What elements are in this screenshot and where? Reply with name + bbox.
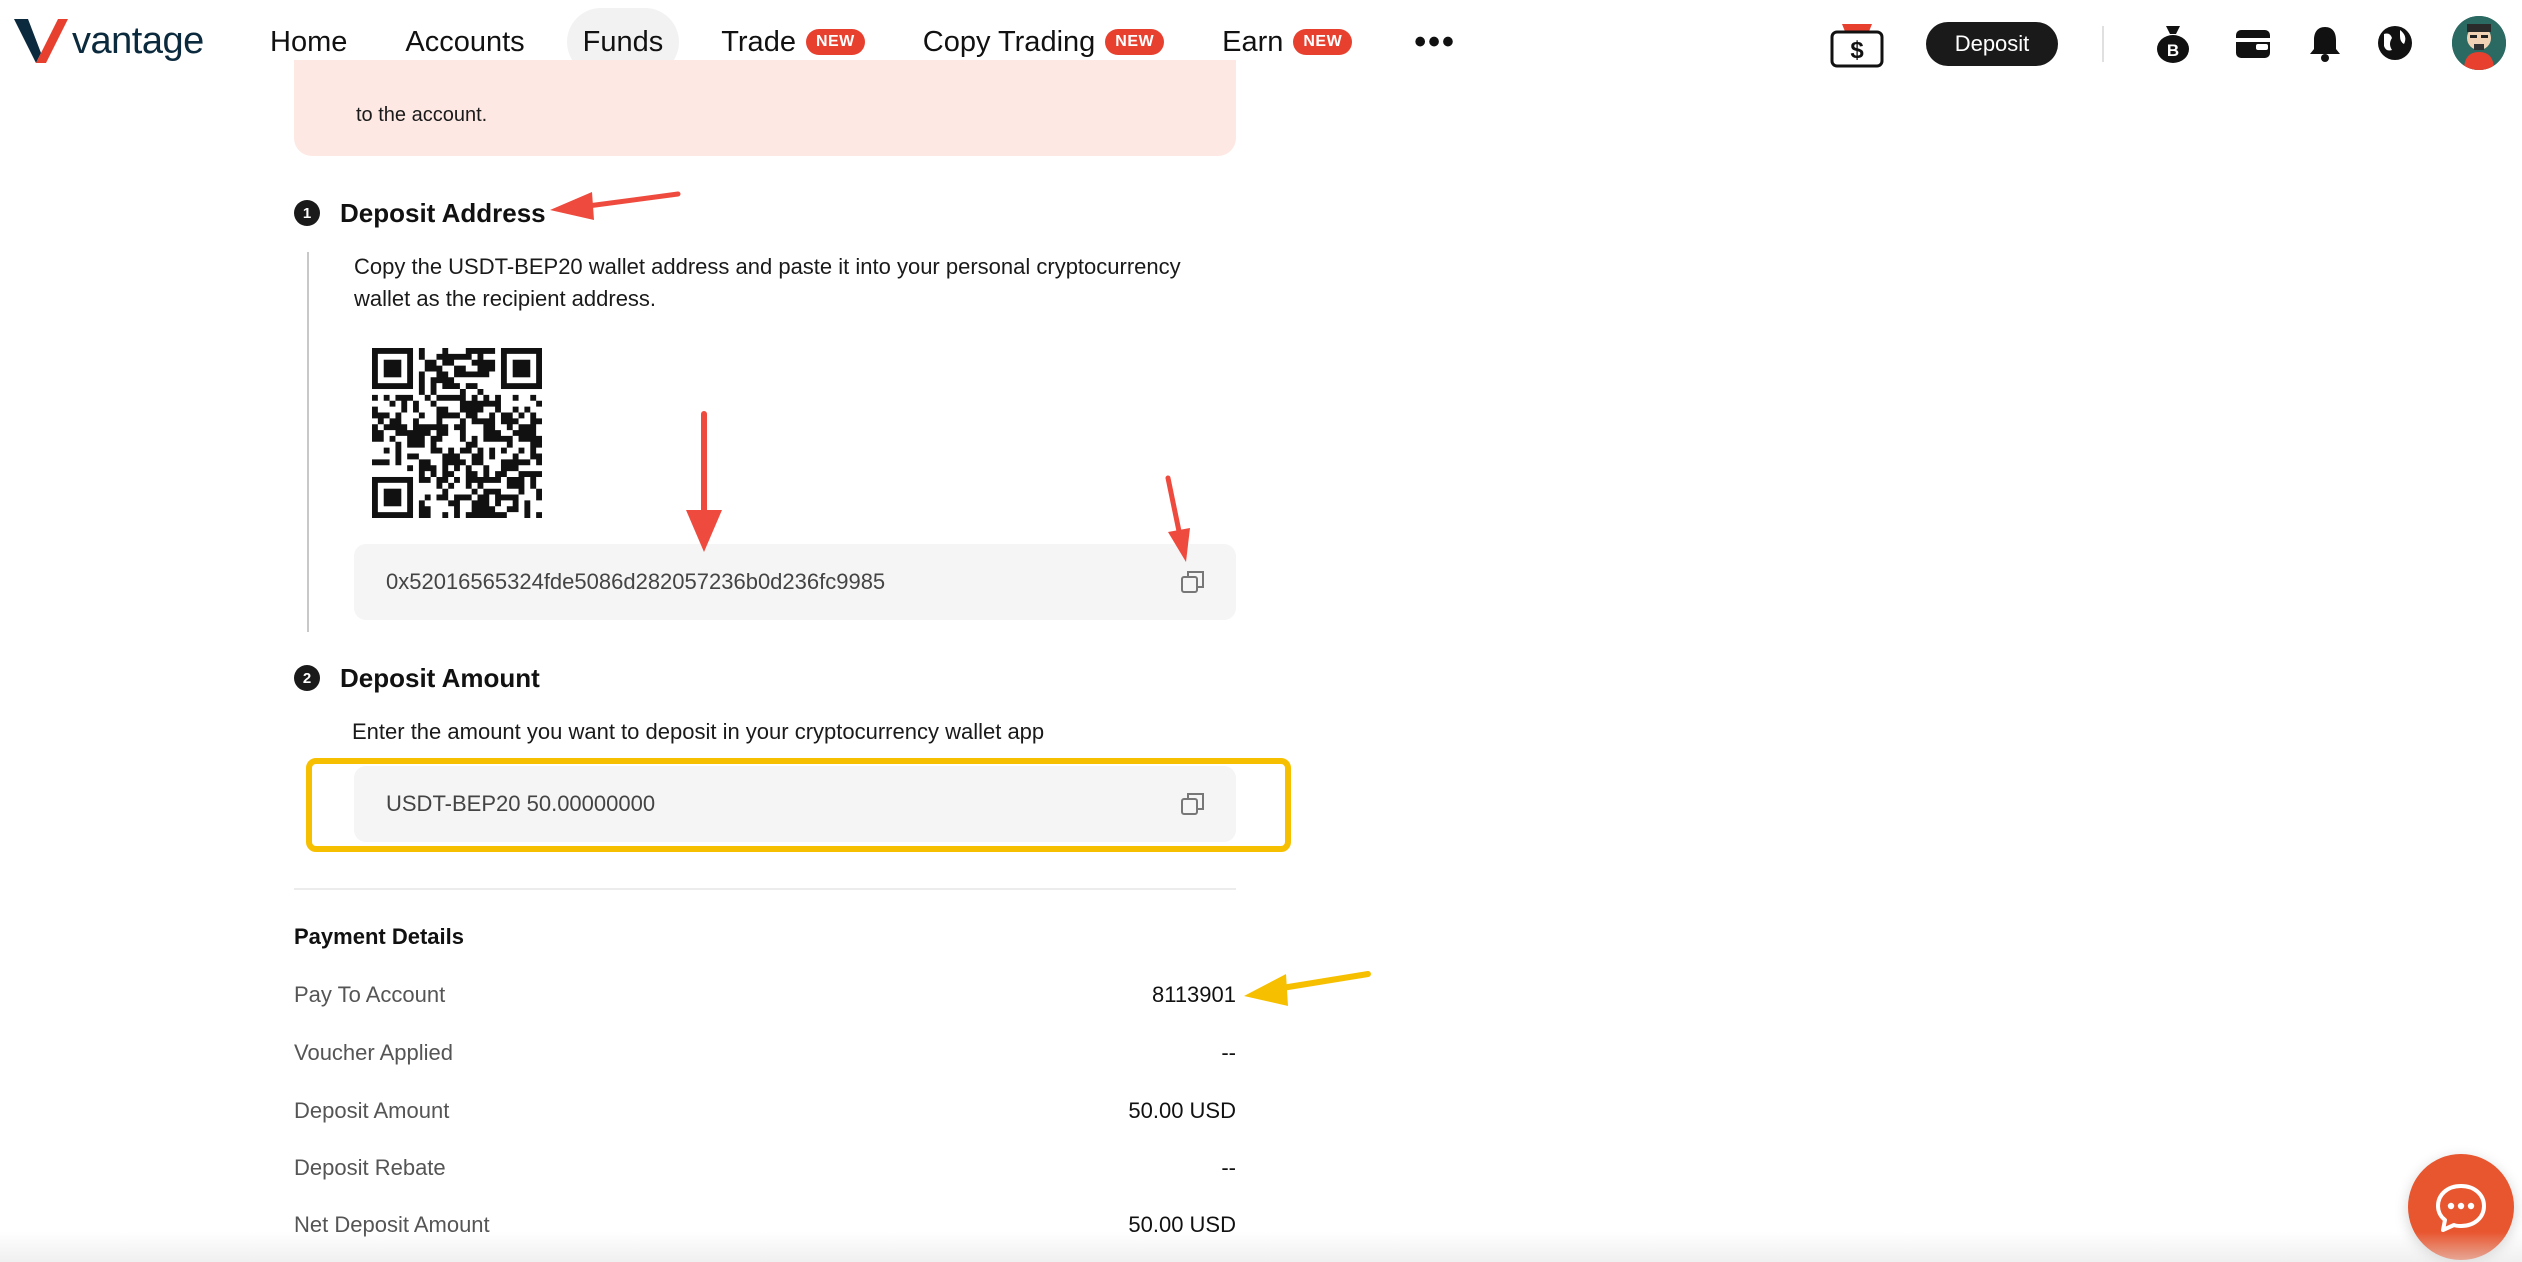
notice-box: to the account.: [294, 60, 1236, 156]
deposit-button[interactable]: Deposit: [1926, 22, 2058, 66]
bell-icon[interactable]: [2304, 22, 2346, 64]
deposit-rebate-value: --: [1221, 1155, 1236, 1180]
pay-to-account-label: Pay To Account: [294, 982, 446, 1007]
nav-trade-label: Trade: [721, 25, 796, 58]
red-arrow-to-deposit-address: [550, 191, 681, 220]
nav-funds-label: Funds: [582, 25, 664, 58]
nav-accounts-label: Accounts: [405, 25, 525, 58]
yellow-arrow-to-account-number: [1244, 971, 1371, 1006]
pay-to-account-value: 8113901: [1151, 982, 1236, 1007]
more-menu-button[interactable]: •••: [1394, 8, 1472, 76]
svg-text:B: B: [2167, 41, 2179, 60]
nav-earn-label: Earn: [1222, 25, 1284, 58]
nav-home-label: Home: [270, 25, 348, 58]
amount-highlight-annotation: [306, 758, 1291, 852]
step-2-badge: 2: [294, 665, 320, 691]
svg-text:$: $: [1850, 37, 1864, 64]
qr-finder-pattern: [500, 348, 542, 390]
copy-address-icon[interactable]: [1180, 569, 1206, 595]
deposit-rebate-label: Deposit Rebate: [294, 1155, 446, 1180]
notice-text: to the account.: [356, 104, 488, 126]
step-connector-line: [307, 252, 309, 632]
deposit-address-qr-code: [372, 348, 542, 518]
deposit-address-field[interactable]: 0x52016565324fde5086d282057236b0d236fc99…: [354, 544, 1236, 620]
new-badge: NEW: [1105, 29, 1165, 55]
red-arrow-to-address-field: [686, 411, 722, 552]
more-dots-icon: •••: [1414, 22, 1456, 61]
vantage-logo[interactable]: vantage: [14, 17, 204, 65]
vantage-logo-mark: [14, 19, 68, 63]
red-arrow-to-copy-icon: [1165, 475, 1190, 562]
nav-copy-trading-label: Copy Trading: [922, 25, 1096, 58]
section-divider: [294, 888, 1236, 890]
step-1-badge: 1: [294, 200, 320, 226]
deposit-rebate-row: Deposit Rebate --: [294, 1155, 1236, 1187]
deposit-amount-desc: Enter the amount you want to deposit in …: [352, 719, 1045, 744]
deposit-amount-label: Deposit Amount: [294, 1098, 450, 1123]
new-badge: NEW: [805, 29, 865, 55]
avatar[interactable]: [2452, 16, 2506, 70]
deposit-amount-row: Deposit Amount 50.00 USD: [294, 1098, 1236, 1130]
wallet-icon[interactable]: [2232, 22, 2274, 64]
deposit-address-desc-line1: Copy the USDT-BEP20 wallet address and p…: [354, 254, 1181, 279]
deposit-address-value: 0x52016565324fde5086d282057236b0d236fc99…: [386, 569, 886, 594]
pay-to-account-row: Pay To Account 8113901: [294, 982, 1236, 1014]
globe-icon[interactable]: [2374, 22, 2416, 64]
avatar-image: [2452, 16, 2506, 70]
brand-name: vantage: [72, 19, 204, 62]
voucher-applied-label: Voucher Applied: [294, 1040, 454, 1065]
voucher-icon[interactable]: $: [1828, 20, 1886, 70]
nav-actions: $ Deposit B: [1802, 0, 2522, 86]
voucher-applied-value: --: [1221, 1040, 1236, 1065]
deposit-amount-title: Deposit Amount: [340, 663, 540, 693]
payment-details-title: Payment Details: [294, 924, 464, 949]
qr-finder-pattern: [372, 476, 414, 518]
bitcoin-bag-icon[interactable]: B: [2152, 22, 2194, 64]
bottom-scroll-shade: [0, 1232, 2522, 1262]
nav-divider: [2102, 26, 2104, 62]
deposit-amount-detail-value: 50.00 USD: [1128, 1098, 1236, 1123]
deposit-address-desc-line2: wallet as the recipient address.: [354, 286, 657, 311]
voucher-applied-row: Voucher Applied --: [294, 1040, 1236, 1072]
new-badge: NEW: [1293, 29, 1353, 55]
deposit-address-title: Deposit Address: [340, 198, 546, 228]
qr-finder-pattern: [372, 348, 414, 390]
